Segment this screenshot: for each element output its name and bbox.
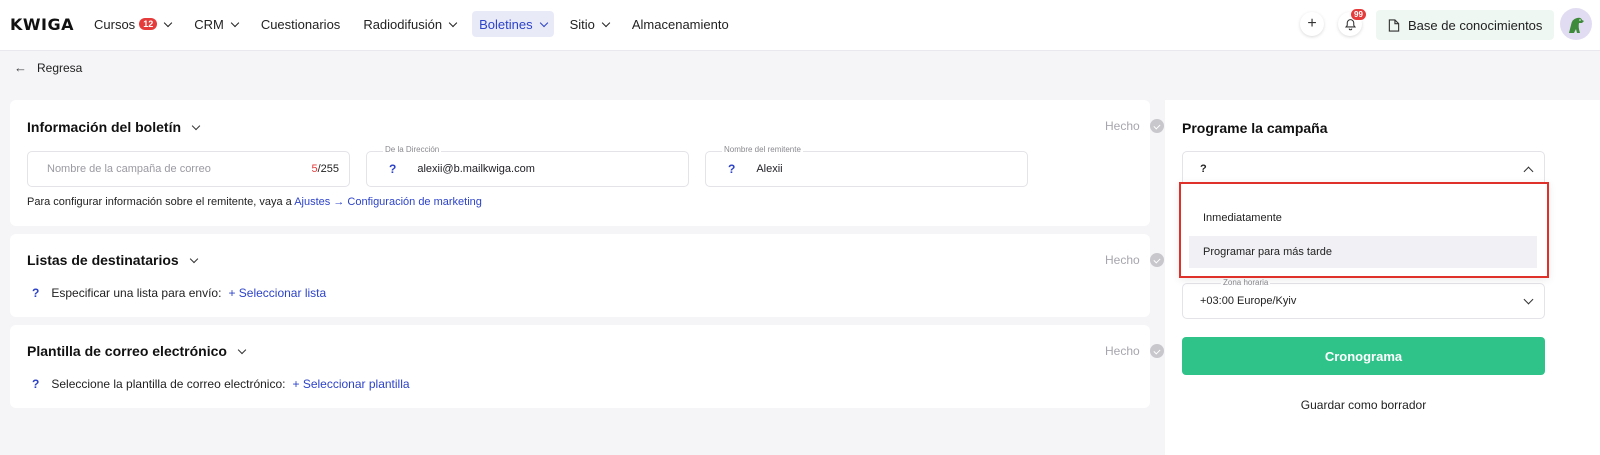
help-icon[interactable]: ? (32, 377, 39, 391)
recipients-row: ? Especificar una lista para envío: + Se… (32, 286, 326, 300)
status-done: Hecho (1105, 253, 1164, 267)
status-label: Hecho (1105, 344, 1140, 358)
timezone-label: Zona horaria (1221, 278, 1271, 287)
back-link[interactable]: ← Regresa (14, 60, 82, 75)
status-label: Hecho (1105, 119, 1140, 133)
kwiga-logo[interactable]: KWIGA (10, 15, 74, 34)
sender-name-field[interactable]: Nombre del remitente ? Alexii (705, 145, 1028, 187)
timezone-value: +03:00 Europe/Kyiv (1200, 295, 1297, 307)
check-circle-icon (1149, 119, 1164, 133)
sender-name-label: Nombre del remitente (722, 145, 803, 154)
chevron-up-icon (1523, 166, 1534, 177)
from-address-label: De la Dirección (383, 145, 442, 154)
recipients-card: Listas de destinatarios Hecho ? Especifi… (10, 234, 1164, 317)
help-icon[interactable]: ? (728, 162, 735, 176)
nav-label: CRM (194, 16, 224, 32)
dinosaur-avatar-icon (1569, 17, 1584, 33)
nav-label: Sitio (569, 16, 595, 32)
newsletter-info-header[interactable]: Información del boletín (27, 119, 201, 135)
select-list-link[interactable]: + Seleccionar lista (228, 286, 326, 300)
add-button[interactable]: + (1300, 12, 1324, 36)
arrow-left-icon: ← (14, 60, 27, 75)
hint-text: Para configurar información sobre el rem… (27, 196, 292, 208)
nav-label: Almacenamiento (631, 16, 729, 32)
nav-label: Radiodifusión (363, 16, 443, 32)
chevron-down-icon (448, 18, 458, 27)
campaign-name-placeholder: Nombre de la campaña de correo (47, 163, 211, 175)
check-circle-icon (1149, 344, 1164, 358)
chevron-down-icon (230, 18, 240, 27)
nav-item-almacenamiento[interactable]: Almacenamiento (625, 11, 736, 37)
nav-item-cuestionarios[interactable]: Cuestionarios (254, 11, 348, 37)
from-address-value: alexii@b.mailkwiga.com (417, 163, 535, 175)
char-counter: 5/255 (311, 163, 339, 175)
recipients-header[interactable]: Listas de destinatarios (27, 252, 198, 268)
nav-label: Cuestionarios (260, 16, 341, 32)
chevron-down-icon (237, 345, 247, 354)
section-title: Información del boletín (27, 119, 182, 135)
chevron-down-icon (163, 18, 173, 27)
knowledge-base-button[interactable]: Base de conocimientos (1376, 10, 1555, 40)
nav-item-crm[interactable]: CRM (187, 11, 245, 37)
char-count-max: /255 (317, 163, 339, 175)
nav-item-cursos[interactable]: Cursos 12 (87, 11, 178, 37)
schedule-select-value: ? (1200, 163, 1207, 175)
section-title: Plantilla de correo electrónico (27, 343, 227, 359)
main-nav: Cursos 12 CRM Cuestionarios Radiodifusió… (87, 11, 745, 37)
timezone-select[interactable]: Zona horaria +03:00 Europe/Kyiv (1182, 278, 1545, 319)
sender-config-hint: Para configurar información sobre el rem… (27, 196, 482, 208)
status-done: Hecho (1105, 119, 1164, 133)
schedule-panel: Programe la campaña ? Zona horaria +03:0… (1165, 100, 1600, 455)
schedule-title: Programe la campaña (1182, 120, 1328, 136)
schedule-options-dropdown: Inmediatamente Programar para más tarde (1179, 182, 1549, 278)
email-template-header[interactable]: Plantilla de correo electrónico (27, 343, 247, 359)
campaign-name-input[interactable]: Nombre de la campaña de correo 5/255 (27, 151, 350, 187)
status-label: Hecho (1105, 253, 1140, 267)
top-navigation-bar: KWIGA Cursos 12 CRM Cuestionarios Radiod… (0, 0, 1600, 51)
sender-name-value: Alexii (756, 163, 783, 175)
newsletter-info-card: Información del boletín Hecho Nombre de … (10, 100, 1164, 226)
section-title: Listas de destinatarios (27, 252, 179, 268)
help-icon[interactable]: ? (389, 162, 396, 176)
template-row: ? Seleccione la plantilla de correo elec… (32, 377, 410, 391)
back-label: Regresa (37, 60, 83, 75)
select-template-link[interactable]: + Seleccionar plantilla (292, 377, 409, 391)
notifications-badge: 99 (1350, 8, 1367, 21)
marketing-settings-link[interactable]: Ajustes → Configuración de marketing (294, 196, 482, 208)
nav-label: Cursos (94, 16, 136, 32)
courses-count-badge: 12 (139, 18, 158, 30)
schedule-button[interactable]: Cronograma (1182, 337, 1545, 375)
help-icon[interactable]: ? (32, 286, 39, 300)
chevron-down-icon (189, 254, 198, 263)
check-circle-icon (1149, 253, 1164, 267)
status-done: Hecho (1105, 344, 1164, 358)
save-draft-button[interactable]: Guardar como borrador (1182, 398, 1545, 412)
template-text: Seleccione la plantilla de correo electr… (51, 377, 286, 391)
recipients-text: Especificar una lista para envío: (51, 286, 222, 300)
email-template-card: Plantilla de correo electrónico Hecho ? … (10, 325, 1164, 408)
chevron-down-icon (1523, 294, 1534, 305)
user-avatar[interactable] (1560, 8, 1592, 40)
plus-icon: + (1307, 15, 1317, 32)
nav-label: Boletines (479, 16, 533, 32)
nav-item-radiodifusion[interactable]: Radiodifusión (356, 11, 463, 37)
nav-item-boletines[interactable]: Boletines (472, 11, 554, 37)
document-icon (1388, 18, 1400, 32)
chevron-down-icon (539, 18, 548, 27)
knowledge-base-label: Base de conocimientos (1408, 17, 1543, 33)
option-schedule-later[interactable]: Programar para más tarde (1189, 236, 1537, 268)
from-address-field[interactable]: De la Dirección ? alexii@b.mailkwiga.com (366, 145, 689, 187)
nav-item-sitio[interactable]: Sitio (563, 11, 616, 37)
option-immediately[interactable]: Inmediatamente (1189, 202, 1537, 234)
chevron-down-icon (191, 121, 201, 130)
notifications-button[interactable]: 99 (1338, 8, 1367, 36)
chevron-down-icon (601, 18, 611, 27)
